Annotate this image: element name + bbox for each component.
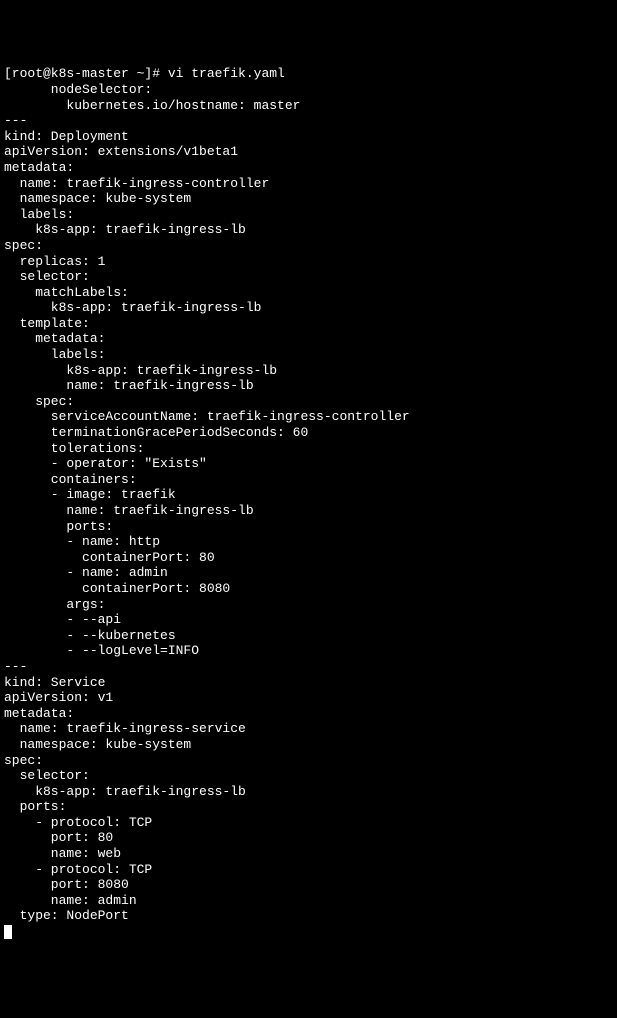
- cursor: [4, 925, 12, 939]
- file-content: nodeSelector: kubernetes.io/hostname: ma…: [4, 82, 410, 923]
- terminal[interactable]: [root@k8s-master ~]# vi traefik.yaml nod…: [4, 66, 613, 939]
- prompt-line: [root@k8s-master ~]# vi traefik.yaml: [4, 66, 285, 81]
